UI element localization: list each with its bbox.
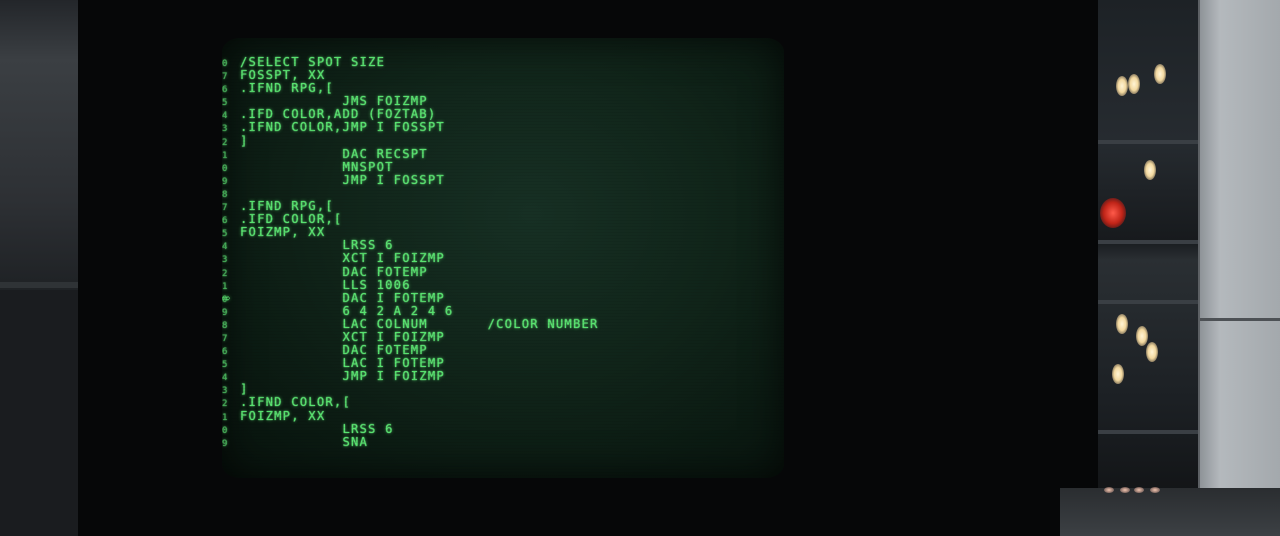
code-line: 0 LRSS 6 — [222, 421, 782, 436]
code-line: 2 DAC FOTEMP — [222, 264, 782, 279]
indicator-light-icon — [1144, 160, 1156, 180]
code-line: 8 LAC COLNUM /COLOR NUMBER — [222, 316, 782, 331]
code-text: JMP I FOSSPT — [240, 172, 445, 187]
code-line: 9 6 4 2 A 2 4 6 — [222, 303, 782, 318]
code-line: 3 .IFND COLOR,JMP I FOSSPT — [222, 120, 782, 135]
code-text: FOIZMP, XX — [240, 408, 326, 423]
crt-screen: 0/SELECT SPOT SIZE 7 FOSSPT, XX 6 .IFND RPG,… — [222, 38, 784, 478]
code-text: .IFND COLOR,JMP I FOSSPT — [240, 120, 445, 135]
code-line: 9 SNA — [222, 434, 782, 449]
line-number: 9 — [222, 438, 229, 449]
indicator-light-icon — [1116, 76, 1128, 96]
indicator-light-icon — [1136, 326, 1148, 346]
code-text: MNSPOT — [240, 159, 394, 174]
code-line: 0 MNSPOT — [222, 159, 782, 174]
line-number: 2 — [222, 268, 229, 279]
wall-ledge — [0, 282, 80, 288]
indicator-light-icon — [1112, 364, 1124, 384]
indicator-light-icon — [1116, 314, 1128, 334]
code-text: DAC RECSPT — [240, 146, 428, 161]
line-number: 7 — [222, 72, 229, 83]
code-line: 9 JMP I FOSSPT — [222, 172, 782, 187]
line-number: 1 — [222, 412, 229, 423]
line-number: 5 — [222, 229, 229, 240]
rack-shelf — [1098, 240, 1198, 244]
floor-light-icon — [1120, 487, 1130, 493]
line-number: 4 — [222, 373, 229, 384]
line-number: 0 — [222, 59, 229, 69]
code-line: 4 JMP I FOIZMP — [222, 369, 782, 384]
rack-shelf — [1098, 430, 1198, 434]
line-number: 4 — [222, 242, 229, 253]
wall-lower-panel — [0, 290, 78, 536]
line-number: 6 — [222, 216, 229, 227]
red-indicator-light-icon — [1100, 198, 1126, 228]
line-number: 3 — [222, 255, 229, 266]
code-line: 2 .IFND COLOR,[ — [222, 395, 782, 410]
scene: 0/SELECT SPOT SIZE 7 FOSSPT, XX 6 .IFND RPG,… — [0, 0, 1280, 536]
line-number: 5 — [222, 98, 229, 109]
rack-shelf — [1098, 300, 1198, 304]
floor — [1060, 488, 1280, 536]
line-number: 2 — [222, 137, 229, 148]
code-text: DAC FOTEMP — [240, 264, 428, 279]
line-number: 2 — [222, 399, 229, 410]
code-text: LLS 1006 — [240, 277, 411, 292]
line-number: 8 — [222, 189, 229, 200]
rack-shelf — [1098, 140, 1198, 144]
code-text: LAC COLNUM /COLOR NUMBER — [240, 316, 599, 331]
cursor-arrow-icon: ⇨ — [222, 290, 231, 306]
line-number: 0 — [222, 163, 229, 174]
line-number: 0 — [222, 425, 229, 436]
line-number: 6 — [222, 85, 229, 96]
code-text: 6 4 2 A 2 4 6 — [240, 303, 454, 318]
indicator-light-icon — [1146, 342, 1158, 362]
code-listing: 0/SELECT SPOT SIZE 7 FOSSPT, XX 6 .IFND RPG,… — [222, 55, 782, 449]
indicator-light-icon — [1128, 74, 1140, 94]
line-number: 9 — [222, 176, 229, 187]
code-text: LRSS 6 — [240, 421, 394, 436]
background-wall — [0, 0, 80, 536]
code-line: 1 FOIZMP, XX — [222, 408, 782, 423]
line-number: 7 — [222, 203, 229, 214]
equipment-rack — [1098, 0, 1198, 500]
code-line: 2] — [222, 133, 782, 148]
line-number: 8 — [222, 320, 229, 331]
line-number: 3 — [222, 124, 229, 135]
line-number: 1 — [222, 150, 229, 161]
code-text: DAC I FOTEMP — [240, 290, 445, 305]
line-number: 3 — [222, 386, 229, 397]
line-number: 4 — [222, 111, 229, 122]
code-text: .IFND COLOR,[ — [240, 395, 351, 410]
floor-light-icon — [1134, 487, 1144, 493]
floor-light-icon — [1104, 487, 1114, 493]
code-line: 1 LLS 1006 — [222, 277, 782, 292]
white-cabinet — [1198, 0, 1280, 500]
floor-light-icon — [1150, 487, 1160, 493]
code-text: XCT I FOIZMP — [240, 251, 445, 266]
indicator-light-icon — [1154, 64, 1166, 84]
line-number: 5 — [222, 360, 229, 371]
code-text: ] — [240, 133, 249, 148]
code-line: 1 DAC RECSPT — [222, 146, 782, 161]
code-text: SNA — [240, 434, 369, 449]
code-text: JMP I FOIZMP — [240, 369, 445, 384]
line-number: 9 — [222, 307, 229, 318]
cabinet-seam — [1200, 318, 1280, 321]
line-number: 7 — [222, 333, 229, 344]
line-number: 6 — [222, 347, 229, 358]
code-line: 3 XCT I FOIZMP — [222, 251, 782, 266]
code-line: 0 DAC I FOTEMP — [222, 290, 782, 305]
